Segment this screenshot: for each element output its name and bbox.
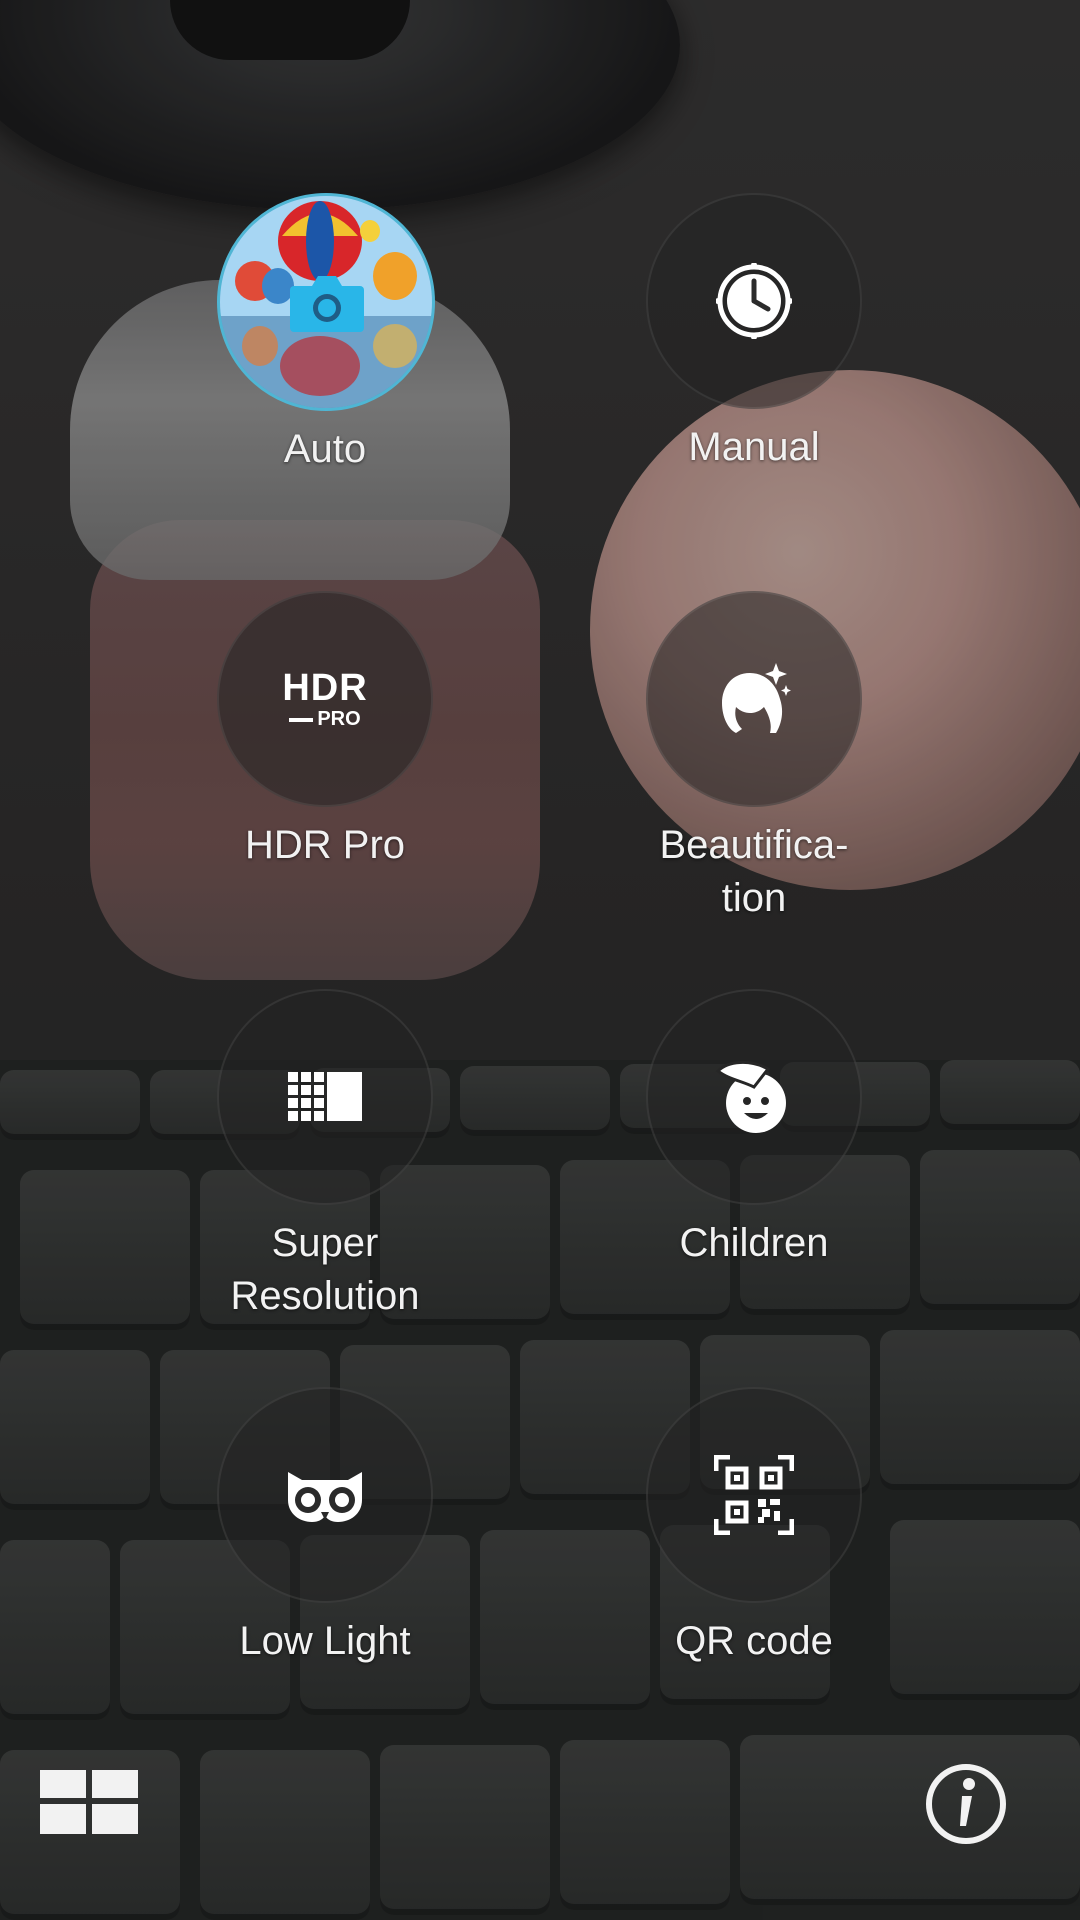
mode-manual[interactable]: Manual [646, 193, 862, 474]
info-icon[interactable] [926, 1764, 1006, 1844]
grid-view-icon[interactable] [40, 1770, 138, 1836]
hdr-pro-icon-bottom: PRO [282, 709, 367, 729]
mode-low-light[interactable]: Low Light [217, 1387, 433, 1668]
mode-circle [646, 591, 862, 807]
mode-circle [217, 989, 433, 1205]
children-icon [715, 1061, 786, 1133]
mode-label: Manual [688, 425, 820, 469]
mode-label: Low Light [239, 1619, 411, 1663]
mode-circle [646, 1387, 862, 1603]
camera-mode-screen: Auto Manual HDR PRO HDR Pro Beautifica- … [0, 0, 1080, 1920]
qr-code-icon [714, 1455, 794, 1535]
mode-label: QR code [675, 1619, 833, 1663]
mode-label: Children [679, 1221, 829, 1265]
hdr-pro-icon-bottom-text: PRO [317, 708, 361, 730]
owl-icon [288, 1472, 362, 1522]
mode-circle [646, 989, 862, 1205]
hdr-pro-icon-top-text: HDR [282, 667, 368, 709]
camera-icon [290, 276, 364, 332]
beautification-icon [722, 663, 791, 733]
super-resolution-icon [288, 1072, 362, 1121]
camera-preview [0, 0, 1080, 1920]
preview-dim-overlay [0, 0, 1080, 1920]
hdr-pro-icon-dash [289, 717, 314, 722]
hdr-pro-icon: HDR PRO [282, 669, 367, 729]
mode-label: Auto [283, 427, 367, 471]
mode-children[interactable]: Children [646, 989, 862, 1270]
mode-qr-code[interactable]: QR code [646, 1387, 862, 1668]
mode-auto-thumbnail [217, 193, 435, 411]
mode-label: Beautifica- tion [659, 823, 849, 920]
mode-hdr-pro[interactable]: HDR PRO HDR Pro [217, 591, 433, 872]
mode-circle [646, 193, 862, 409]
mode-label: HDR Pro [244, 823, 406, 867]
dial-icon [716, 263, 792, 339]
mode-beautification[interactable]: Beautifica- tion [646, 591, 862, 925]
mode-circle: HDR PRO [217, 591, 433, 807]
mode-super-resolution[interactable]: Super Resolution [217, 989, 433, 1323]
mode-auto[interactable]: Auto [217, 193, 435, 476]
mode-circle [217, 1387, 433, 1603]
mode-label: Super Resolution [230, 1221, 420, 1318]
